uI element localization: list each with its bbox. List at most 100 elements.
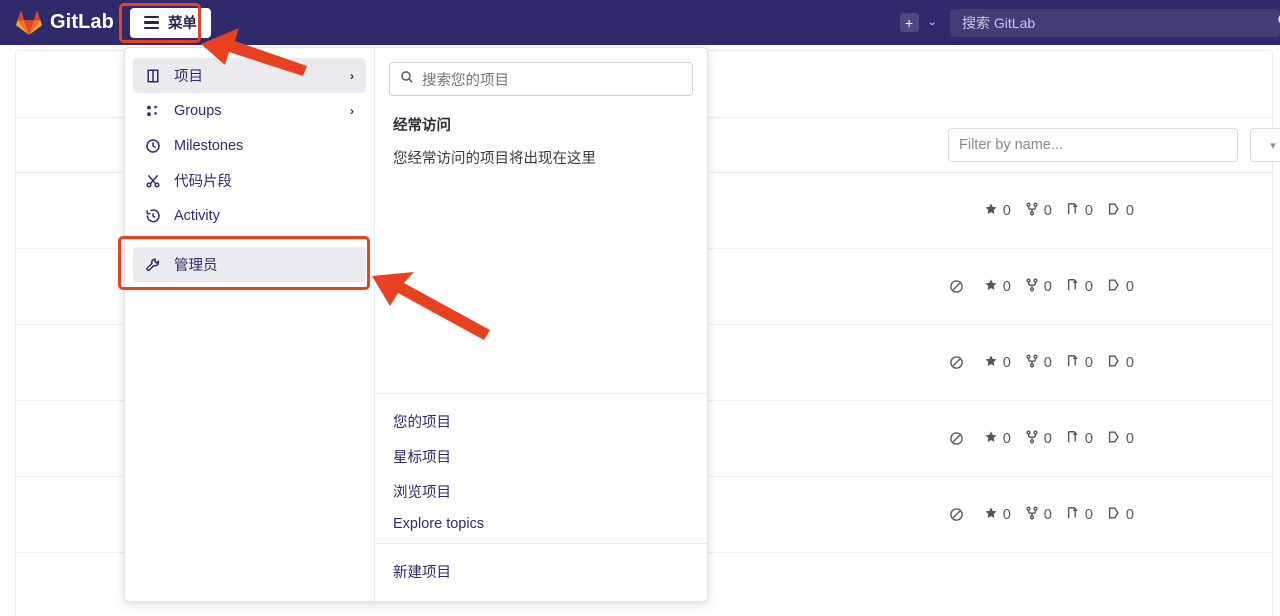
merge-request-stat: 0 — [1066, 506, 1093, 524]
issue-icon — [1107, 202, 1121, 220]
projects-footer-group: 新建项目 — [375, 543, 707, 601]
issue-icon — [1107, 278, 1121, 296]
star-icon — [984, 506, 998, 524]
star-count: 0 — [1002, 202, 1011, 219]
issue-stat: 0 — [1107, 202, 1134, 220]
fork-icon — [1025, 506, 1039, 524]
no-access-icon — [949, 431, 964, 446]
projects-links-group: 您的项目 星标项目 浏览项目 Explore topics — [375, 393, 707, 543]
no-access-icon — [949, 507, 964, 522]
link-new-project[interactable]: 新建项目 — [375, 554, 707, 589]
issue-icon — [1107, 430, 1121, 448]
fork-icon — [1025, 430, 1039, 448]
merge-request-stat: 0 — [1066, 278, 1093, 296]
search-input[interactable]: 搜索 GitLab — [950, 8, 1280, 37]
star-stat: 0 — [984, 202, 1011, 220]
issue-icon — [1107, 506, 1121, 524]
project-search-placeholder: 搜索您的项目 — [422, 72, 509, 89]
star-count: 0 — [1002, 430, 1011, 447]
wrench-icon — [145, 257, 165, 273]
link-starred-projects[interactable]: 星标项目 — [375, 439, 707, 474]
project-stats: 0 0 0 0 — [949, 354, 1134, 372]
star-icon — [984, 354, 998, 372]
link-explore-projects[interactable]: 浏览项目 — [375, 474, 707, 509]
history-icon — [145, 208, 165, 224]
sidebar-item-activity[interactable]: Activity — [133, 198, 366, 233]
chevron-right-icon: › — [350, 68, 354, 83]
fork-count: 0 — [1043, 202, 1052, 219]
issue-stat: 0 — [1107, 354, 1134, 372]
sidebar-item-projects[interactable]: 项目 › — [133, 58, 366, 93]
merge-request-icon — [1066, 278, 1080, 296]
sidebar-item-label: 代码片段 — [174, 174, 232, 190]
merge-request-stat: 0 — [1066, 430, 1093, 448]
app-root: Filter by name... ▾ 0 0 0 0 0 0 0 0 0 0 … — [0, 0, 1280, 616]
issue-count: 0 — [1125, 202, 1134, 219]
sort-direction-button[interactable]: ▾ — [1250, 128, 1280, 162]
issue-count: 0 — [1125, 278, 1134, 295]
menu-button[interactable]: 菜单 — [129, 7, 211, 38]
merge-request-count: 0 — [1084, 202, 1093, 219]
chevron-right-icon: › — [350, 103, 354, 118]
gitlab-brand-title: GitLab — [50, 11, 114, 33]
sidebar-item-label: Milestones — [174, 137, 244, 154]
sidebar-item-label: Activity — [174, 207, 220, 224]
sidebar-item-label: 项目 — [174, 69, 203, 85]
merge-request-icon — [1066, 430, 1080, 448]
star-count: 0 — [1002, 354, 1011, 371]
sidebar-divider — [125, 239, 374, 240]
project-stats: 0 0 0 0 — [984, 202, 1134, 220]
sidebar-item-milestones[interactable]: Milestones — [133, 128, 366, 163]
issue-count: 0 — [1125, 354, 1134, 371]
sidebar-item-snippets[interactable]: 代码片段 — [133, 163, 366, 198]
gitlab-logo-icon[interactable] — [16, 10, 42, 36]
fork-stat: 0 — [1025, 278, 1052, 296]
merge-request-icon — [1066, 202, 1080, 220]
merge-request-icon — [1066, 354, 1080, 372]
star-stat: 0 — [984, 354, 1011, 372]
sidebar-item-groups[interactable]: Groups › — [133, 93, 366, 128]
frequent-empty-text: 您经常访问的项目将出现在这里 — [393, 151, 596, 167]
issue-count: 0 — [1125, 430, 1134, 447]
fork-count: 0 — [1043, 430, 1052, 447]
issue-stat: 0 — [1107, 278, 1134, 296]
chevron-down-icon[interactable]: ⌄ — [927, 17, 937, 28]
no-access-icon — [949, 355, 964, 370]
project-stats: 0 0 0 0 — [949, 430, 1134, 448]
fork-stat: 0 — [1025, 202, 1052, 220]
sidebar-item-label: Groups — [174, 102, 222, 119]
fork-stat: 0 — [1025, 430, 1052, 448]
scissors-icon — [145, 173, 165, 189]
project-stats: 0 0 0 0 — [949, 278, 1134, 296]
plus-square-icon[interactable]: + — [899, 13, 919, 32]
sidebar-item-label: 管理员 — [174, 258, 218, 274]
fork-stat: 0 — [1025, 506, 1052, 524]
issue-icon — [1107, 354, 1121, 372]
merge-request-icon — [1066, 506, 1080, 524]
star-icon — [984, 278, 998, 296]
sort-icon: ▾ — [1270, 139, 1276, 152]
menu-sidebar-list: 项目 › Groups › Milestones 代码片段 Activity 管… — [125, 48, 374, 282]
projects-pane: 搜索您的项目 经常访问 您经常访问的项目将出现在这里 您的项目 星标项目 浏览项… — [375, 48, 707, 601]
menu-button-label: 菜单 — [167, 16, 197, 32]
clock-icon — [145, 138, 165, 154]
merge-request-count: 0 — [1084, 354, 1093, 371]
issue-count: 0 — [1125, 506, 1134, 523]
star-icon — [984, 202, 998, 220]
project-search-input[interactable]: 搜索您的项目 — [389, 62, 693, 96]
star-stat: 0 — [984, 278, 1011, 296]
merge-request-count: 0 — [1084, 430, 1093, 447]
fork-icon — [1025, 202, 1039, 220]
frequent-heading: 经常访问 — [393, 118, 451, 134]
search-icon — [400, 70, 414, 88]
main-menu-dropdown: 项目 › Groups › Milestones 代码片段 Activity 管… — [124, 47, 708, 602]
filter-by-name-placeholder: Filter by name... — [959, 137, 1063, 153]
fork-count: 0 — [1043, 278, 1052, 295]
sidebar-item-admin[interactable]: 管理员 — [133, 247, 366, 282]
merge-request-count: 0 — [1084, 506, 1093, 523]
project-icon — [145, 68, 165, 84]
filter-by-name-input[interactable]: Filter by name... — [948, 128, 1238, 162]
fork-count: 0 — [1043, 354, 1052, 371]
link-your-projects[interactable]: 您的项目 — [375, 404, 707, 439]
link-explore-topics[interactable]: Explore topics — [375, 509, 707, 539]
